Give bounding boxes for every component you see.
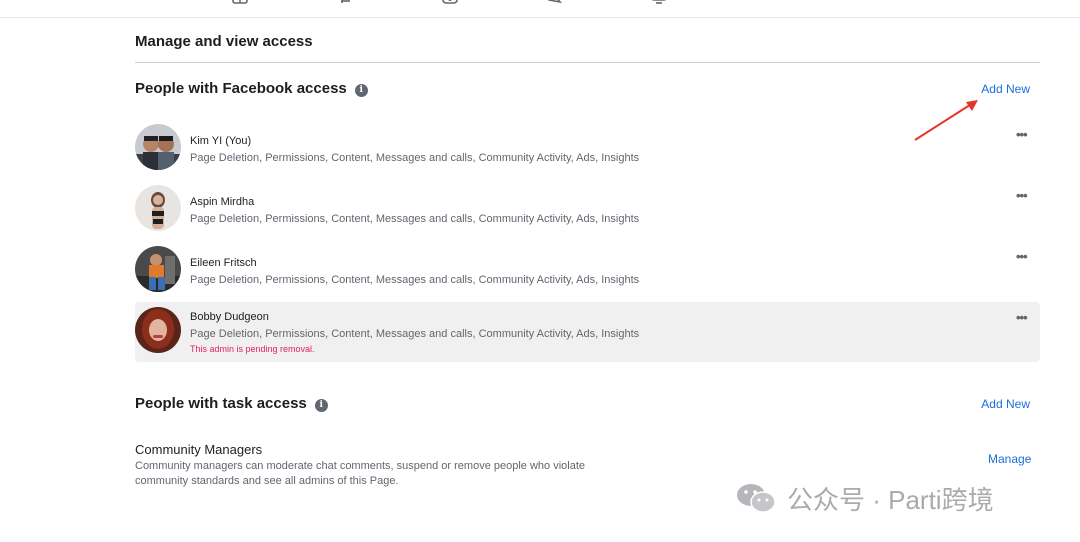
more-options-button[interactable]: ••• [1016,128,1032,141]
facebook-access-title: People with Facebook access i [135,80,368,97]
person-permissions: Page Deletion, Permissions, Content, Mes… [190,152,640,164]
add-new-facebook-access-button[interactable]: Add New [981,82,1030,96]
divider [135,62,1040,63]
task-access-title-text: People with task access [135,395,307,412]
community-managers-title: Community Managers [135,442,263,457]
more-options-button[interactable]: ••• [1016,250,1032,263]
watermark: 公众号 · Parti跨境 [735,478,994,518]
grid-icon[interactable] [232,0,248,4]
wechat-icon [735,481,777,515]
person-permissions: Page Deletion, Permissions, Content, Mes… [190,328,640,340]
avatar [135,185,181,231]
pending-removal-note: This admin is pending removal. [190,344,315,354]
person-permissions: Page Deletion, Permissions, Content, Mes… [190,213,640,225]
more-options-button[interactable]: ••• [1016,189,1032,202]
task-access-title: People with task access i [135,395,328,412]
person-name: Eileen Fritsch [190,257,257,269]
facebook-access-title-text: People with Facebook access [135,80,347,97]
avatar [135,246,181,292]
avatar [135,307,181,353]
flag-icon[interactable] [339,0,355,4]
person-permissions: Page Deletion, Permissions, Content, Mes… [190,274,640,286]
page-title: Manage and view access [135,33,313,50]
person-name: Aspin Mirdha [190,196,255,208]
watermark-text: 公众号 · Parti跨境 [787,484,994,515]
megaphone-icon[interactable] [547,0,563,4]
monitor-icon[interactable] [651,0,667,4]
task-access-header: People with task access i Add New [135,395,1040,419]
person-row-kim-yi: Kim YI (You) Page Deletion, Permissions,… [135,119,1040,179]
person-name: Bobby Dudgeon [190,311,269,323]
camera-icon[interactable] [442,0,458,4]
avatar [135,124,181,170]
person-row-aspin-mirdha: Aspin Mirdha Page Deletion, Permissions,… [135,180,1040,240]
person-row-bobby-dudgeon: Bobby Dudgeon Page Deletion, Permissions… [135,302,1040,362]
top-nav-bar [0,0,1080,18]
person-name: Kim YI (You) [190,135,252,147]
info-icon[interactable]: i [354,84,368,97]
more-options-button[interactable]: ••• [1016,311,1032,324]
manage-button[interactable]: Manage [988,452,1031,466]
person-row-eileen-fritsch: Eileen Fritsch Page Deletion, Permission… [135,241,1040,301]
community-managers-description: Community managers can moderate chat com… [135,460,586,487]
info-icon[interactable]: i [314,399,328,412]
add-new-task-access-button[interactable]: Add New [981,397,1030,411]
